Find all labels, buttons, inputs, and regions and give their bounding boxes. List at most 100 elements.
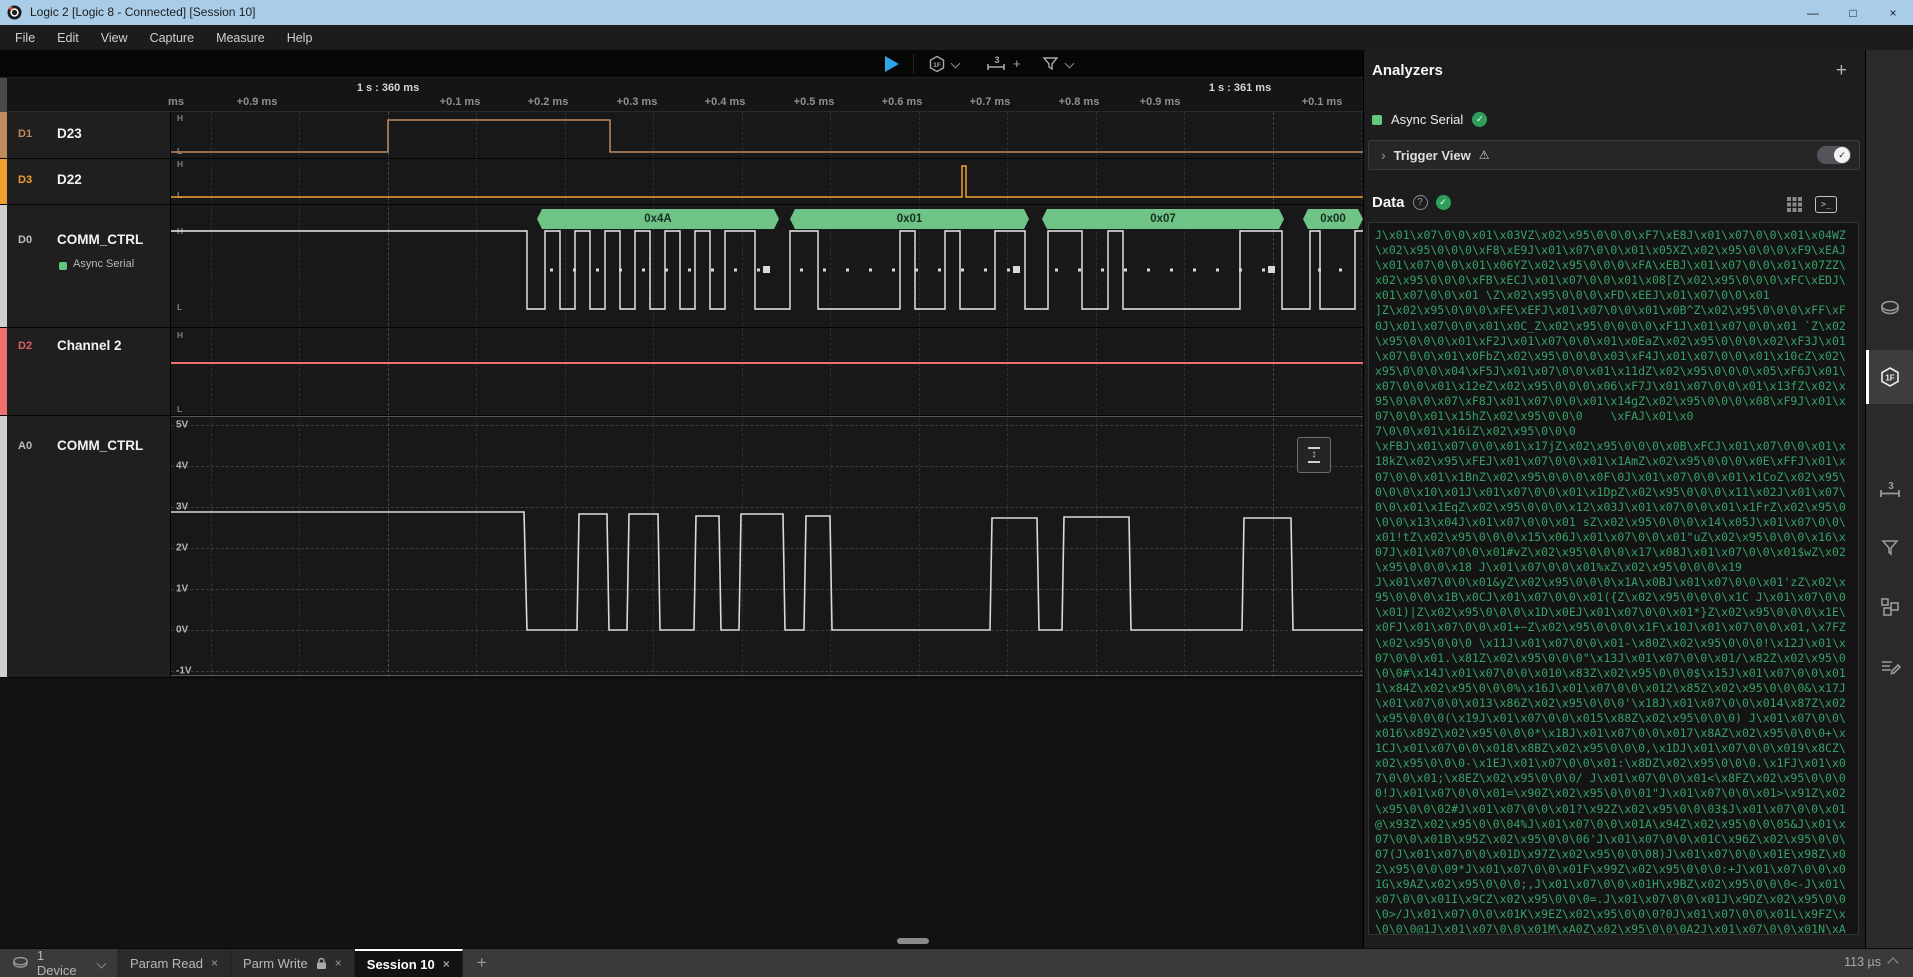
serial-data-text: J\x01\x07\0\0\x01\x03VZ\x02\x95\0\0\0\xF… (1369, 223, 1858, 935)
maximize-button[interactable]: □ (1833, 0, 1873, 25)
device-selector[interactable]: 1 Device (0, 949, 118, 977)
serial-byte-bubble[interactable]: 0x07 (1042, 209, 1284, 229)
device-icon (12, 956, 29, 970)
warning-icon: ⚠ (1479, 148, 1490, 162)
channel-name-d23[interactable]: D23 (57, 126, 82, 141)
menu-help[interactable]: Help (278, 28, 322, 48)
timeline-ruler[interactable]: ms +0.9 ms 1 s : 360 ms +0.1 ms +0.2 ms … (0, 78, 1363, 112)
title-bar[interactable]: Logic 2 [Logic 8 - Connected] [Session 1… (0, 0, 1913, 25)
table-view-icon[interactable] (1786, 196, 1803, 213)
close-button[interactable]: × (1873, 0, 1913, 25)
add-measure-icon[interactable]: + (1013, 56, 1021, 71)
tick-label: +0.9 ms (237, 96, 278, 108)
horizontal-scrollbar[interactable] (897, 938, 929, 944)
help-icon[interactable]: ? (1413, 195, 1428, 210)
analyzer-color-chip (59, 262, 67, 270)
d23-waveform[interactable] (171, 112, 1363, 158)
data-title: Data (1372, 194, 1405, 211)
channel-label-column (0, 112, 171, 677)
autoscale-icon (1308, 461, 1320, 463)
serial-byte-bubble[interactable]: 0x4A (537, 209, 779, 229)
device-panel-icon[interactable] (1866, 288, 1913, 328)
tab-close-icon[interactable]: × (335, 956, 342, 970)
new-tab-button[interactable]: + (463, 949, 501, 977)
channel-name-comm-ctrl[interactable]: COMM_CTRL (57, 232, 143, 247)
channel-color-d2 (0, 327, 7, 415)
annotation-chevron-icon[interactable] (1065, 59, 1075, 69)
lock-icon (316, 957, 327, 970)
chevron-right-icon[interactable]: › (1381, 147, 1386, 163)
channel-id-a0[interactable]: A0 (18, 440, 32, 452)
serial-byte-bubble[interactable]: 0x00 (1303, 209, 1363, 229)
menu-view[interactable]: View (92, 28, 137, 48)
a0-analog-waveform[interactable] (171, 415, 1363, 677)
channel-id-d0[interactable]: D0 (18, 234, 32, 246)
notes-panel-icon[interactable] (1866, 647, 1913, 687)
tick-label: +0.2 ms (528, 96, 569, 108)
channel-analyzer-label[interactable]: Async Serial (73, 258, 134, 270)
menu-measure[interactable]: Measure (207, 28, 274, 48)
channel-color-a0 (0, 415, 7, 677)
terminal-view-icon[interactable]: >_ (1815, 196, 1837, 213)
toolbar-divider (913, 54, 914, 74)
extensions-panel-icon[interactable] (1866, 587, 1913, 627)
side-icon-strip: 1F 3 (1865, 50, 1913, 948)
menu-file[interactable]: File (6, 28, 44, 48)
time-scale-label[interactable]: 113 µs (1844, 955, 1881, 969)
menu-capture[interactable]: Capture (141, 28, 203, 48)
measure-icon[interactable]: 3 (985, 54, 1009, 74)
tick-label: +0.5 ms (794, 96, 835, 108)
window-title: Logic 2 [Logic 8 - Connected] [Session 1… (30, 5, 255, 19)
svg-text:3: 3 (994, 55, 999, 65)
analog-autoscale-button[interactable]: ↕ (1297, 437, 1331, 473)
data-terminal[interactable]: J\x01\x07\0\0\x01\x03VZ\x02\x95\0\0\0\xF… (1368, 222, 1859, 935)
channel-name-d22[interactable]: D22 (57, 172, 82, 187)
svg-text:1F: 1F (933, 62, 941, 69)
channel2-waveform[interactable] (171, 327, 1363, 415)
tick-label: +0.7 ms (970, 96, 1011, 108)
menu-edit[interactable]: Edit (48, 28, 88, 48)
analyzer-item-async-serial[interactable]: Async Serial ✓ (1372, 112, 1487, 127)
channel-id-d3[interactable]: D3 (18, 174, 32, 186)
trigger-settings-icon[interactable]: 1F (928, 55, 946, 73)
tick-label-major: 1 s : 360 ms (357, 82, 419, 94)
tick-label: +0.9 ms (1140, 96, 1181, 108)
measurements-panel-icon[interactable]: 3 (1866, 470, 1913, 510)
row-separator (0, 158, 1363, 159)
channel-id-d1[interactable]: D1 (18, 128, 32, 140)
tick-label: ms (168, 96, 184, 108)
toggle-check-icon: ✓ (1834, 147, 1850, 163)
trigger-view-toggle[interactable]: ✓ (1817, 146, 1851, 164)
add-analyzer-icon[interactable]: + (1836, 60, 1847, 82)
row-separator (0, 204, 1363, 205)
tab-close-icon[interactable]: × (443, 957, 450, 971)
channel-id-d2[interactable]: D2 (18, 340, 32, 352)
tab-close-icon[interactable]: × (211, 956, 218, 970)
tab-param-read[interactable]: Param Read × (118, 949, 231, 977)
tab-label: Param Read (130, 956, 203, 971)
logic2-app: Logic 2 [Logic 8 - Connected] [Session 1… (0, 0, 1913, 977)
trigger-view-row[interactable]: › Trigger View ⚠ ✓ (1368, 140, 1860, 170)
minimize-button[interactable]: — (1793, 0, 1833, 25)
trigger-chevron-icon[interactable] (951, 59, 961, 69)
annotations-panel-icon[interactable] (1866, 527, 1913, 567)
channel-name-comm-ctrl-analog[interactable]: COMM_CTRL (57, 438, 143, 453)
svg-text:3: 3 (1888, 481, 1894, 492)
tab-session-10[interactable]: Session 10 × (355, 949, 463, 977)
trigger-panel-icon[interactable]: 1F (1866, 357, 1913, 397)
tick-label: +0.1 ms (440, 96, 481, 108)
tick-label: +0.8 ms (1059, 96, 1100, 108)
channel-name-channel2[interactable]: Channel 2 (57, 338, 122, 353)
play-button[interactable] (885, 56, 899, 72)
d22-waveform[interactable] (171, 158, 1363, 204)
annotation-flag-icon[interactable] (1042, 55, 1059, 72)
menu-bar: File Edit View Capture Measure Help (0, 25, 1913, 50)
analyzer-label: Async Serial (1391, 112, 1463, 127)
row-separator (0, 677, 1363, 678)
tab-label: Parm Write (243, 956, 308, 971)
tick-label: +0.4 ms (705, 96, 746, 108)
device-label: 1 Device (37, 948, 84, 977)
channel-color-d22 (0, 158, 7, 204)
tab-parm-write[interactable]: Parm Write × (231, 949, 355, 977)
serial-byte-bubble[interactable]: 0x01 (790, 209, 1029, 229)
